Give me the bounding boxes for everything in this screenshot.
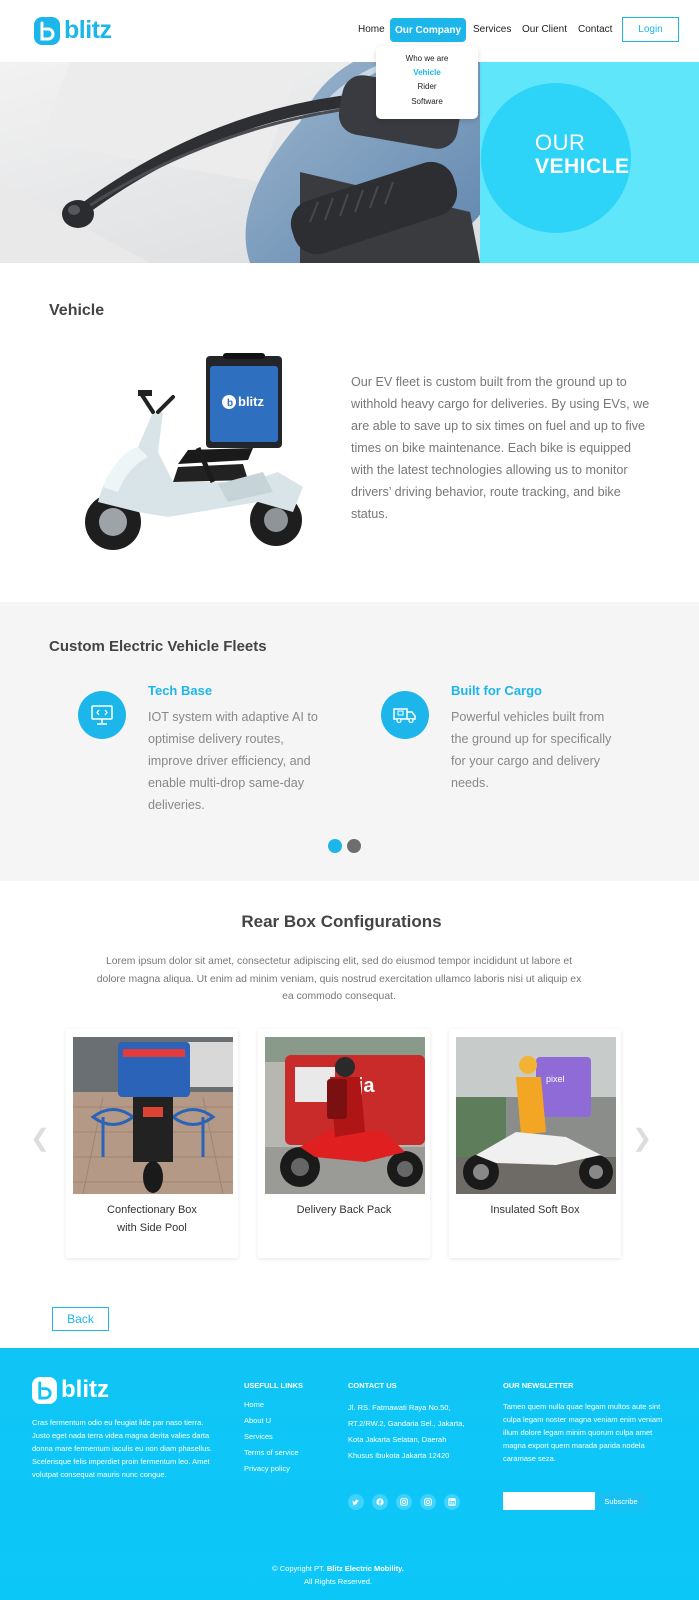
back-button[interactable]: Back	[52, 1307, 109, 1331]
card-1-caption: Confectionary Box with Side Pool	[66, 1202, 238, 1237]
footer-newsletter-text: Tamen quem nulla quae legam multos aute …	[503, 1402, 663, 1463]
rear-box-card-1[interactable]: Confectionary Box with Side Pool	[66, 1029, 238, 1258]
footer-logo[interactable]: blitz	[32, 1376, 109, 1404]
card-1-caption-line2: with Side Pool	[117, 1221, 187, 1234]
instagram-icon[interactable]	[396, 1494, 412, 1510]
svg-text:b: b	[227, 398, 233, 409]
footer-link-privacy[interactable]: Privacy policy	[244, 1464, 290, 1473]
footer-link-about[interactable]: About U	[244, 1416, 271, 1425]
nav-home[interactable]: Home	[358, 24, 385, 35]
footer-link-terms[interactable]: Terms of service	[244, 1448, 299, 1457]
subscribe-button[interactable]: Subscribe	[597, 1492, 645, 1510]
fleets-heading: Custom Electric Vehicle Fleets	[49, 638, 267, 655]
logo-b-icon	[34, 16, 60, 45]
feature-text-tech-base: IOT system with adaptive AI to optimise …	[148, 710, 318, 812]
carousel-dot-1[interactable]	[328, 839, 342, 853]
dropdown-rider[interactable]: Rider	[376, 82, 478, 91]
twitter-icon[interactable]	[348, 1494, 364, 1510]
carousel-prev-arrow-icon[interactable]: ❮	[30, 1124, 50, 1153]
feature-title-tech-base: Tech Base	[148, 683, 213, 698]
vehicle-description: Our EV fleet is custom built from the gr…	[351, 375, 650, 521]
nav-our-company[interactable]: Our Company	[390, 18, 466, 42]
card-2-caption-line1: Delivery Back Pack	[296, 1204, 392, 1216]
site-header: blitz Home Our Company Services Our Clie…	[0, 0, 699, 62]
copyright-company: Blitz Electric Mobility.	[326, 1564, 404, 1573]
footer-brand-name: blitz	[61, 1376, 109, 1403]
card-3-caption: Insulated Soft Box	[449, 1202, 621, 1220]
dropdown-who-we-are[interactable]: Who we are	[376, 54, 478, 63]
footer-link-home[interactable]: Home	[244, 1400, 264, 1409]
carousel-dot-2[interactable]	[347, 839, 361, 853]
delivery-back-pack-image: inja	[265, 1037, 425, 1194]
carousel-next-arrow-icon[interactable]: ❯	[632, 1124, 652, 1153]
hero-banner: OUR VEHICLE	[0, 62, 699, 263]
hero-title-line2: VEHICLE	[535, 155, 630, 178]
dropdown-software[interactable]: Software	[376, 97, 478, 106]
confectionary-box-image	[73, 1037, 233, 1194]
truck-icon	[381, 691, 429, 739]
footer-copyright: © Copyright PT. Blitz Electric Mobility.…	[0, 1562, 676, 1588]
facebook-icon[interactable]	[372, 1494, 388, 1510]
copyright-line: © Copyright PT. Blitz Electric Mobility.	[0, 1562, 676, 1575]
our-company-dropdown: Who we are Vehicle Rider Software	[376, 46, 478, 119]
newsletter-email-input[interactable]	[503, 1492, 595, 1510]
hero-title-line1: OUR	[535, 130, 586, 155]
footer-contact-address: Jl. RS. Fatmawati Raya No.50, RT.2/RW.2,…	[348, 1403, 465, 1460]
copyright-prefix: © Copyright PT.	[272, 1564, 327, 1573]
footer-contact-heading: CONTACT US	[348, 1381, 397, 1390]
footer-link-services[interactable]: Services	[244, 1432, 273, 1441]
card-2-caption: Delivery Back Pack	[258, 1202, 430, 1220]
vehicle-heading: Vehicle	[49, 302, 105, 319]
login-button[interactable]: Login	[622, 17, 679, 42]
feature-title-built-for-cargo: Built for Cargo	[451, 683, 542, 698]
nav-services[interactable]: Services	[473, 24, 511, 35]
rear-box-heading: Rear Box Configurations	[241, 912, 442, 931]
card-3-sign: pixel	[546, 1074, 565, 1084]
dropdown-vehicle[interactable]: Vehicle	[376, 68, 478, 77]
rear-box-card-3[interactable]: pixel Insulated Soft Box	[449, 1029, 621, 1258]
footer-newsletter-heading: OUR NEWSLETTER	[503, 1381, 574, 1390]
computer-icon	[78, 691, 126, 739]
nav-our-client[interactable]: Our Client	[522, 24, 567, 35]
footer-logo-b-icon	[32, 1376, 57, 1404]
scooter-box-brand: blitz	[238, 394, 264, 409]
instagram-icon-2[interactable]	[420, 1494, 436, 1510]
linkedin-icon[interactable]	[444, 1494, 460, 1510]
brand-name: blitz	[64, 16, 112, 44]
insulated-soft-box-image: pixel	[456, 1037, 616, 1194]
footer-links-heading: USEFULL LINKS	[244, 1381, 304, 1390]
footer-about-text: Cras fermentum odio eu feugiat lide par …	[32, 1418, 213, 1479]
feature-text-built-for-cargo: Powerful vehicles built from the ground …	[451, 710, 612, 790]
scooter-image: b blitz	[85, 353, 303, 550]
rear-box-card-2[interactable]: inja Delivery Back Pack	[258, 1029, 430, 1258]
copyright-rights: All Rights Reserved.	[304, 1577, 372, 1586]
card-3-caption-line1: Insulated Soft Box	[490, 1204, 580, 1216]
brand-logo[interactable]: blitz	[34, 16, 112, 45]
card-1-caption-line1: Confectionary Box	[107, 1204, 197, 1216]
rear-box-description: Lorem ipsum dolor sit amet, consectetur …	[96, 956, 582, 1002]
nav-contact[interactable]: Contact	[578, 24, 612, 35]
